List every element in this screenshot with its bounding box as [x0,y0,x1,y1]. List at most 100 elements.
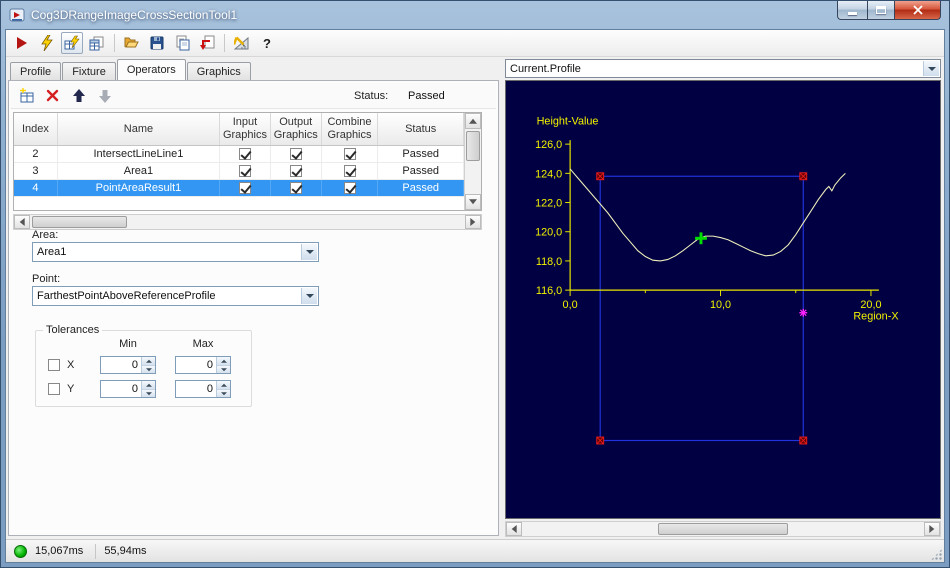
input-graphics-checkbox[interactable] [238,148,251,160]
scroll-right-button[interactable] [924,522,940,536]
point-combobox[interactable]: FarthestPointAboveReferenceProfile [32,286,319,306]
output-graphics-checkbox[interactable] [289,182,302,194]
resize-grip[interactable] [931,549,942,560]
add-operator-button[interactable] [17,86,37,106]
tolerance-x-max-spinner[interactable]: 0 [175,356,231,374]
tab-operators[interactable]: Operators [116,59,186,80]
profile-chart-area[interactable]: 116,0 118,0 120,0 122,0 124,0 126,0 0,0 10,0 20,… [505,80,941,519]
spin-up-icon[interactable] [142,381,155,389]
column-header-index[interactable]: Index [14,113,58,145]
help-button[interactable]: ? [256,32,278,54]
interactive-run-button[interactable] [36,32,58,54]
tab-graphics[interactable]: Graphics [186,62,251,80]
toolbar-separator [224,34,225,52]
svg-text:124,0: 124,0 [535,168,562,180]
grid-vertical-scrollbar[interactable] [464,113,481,210]
spin-up-icon[interactable] [217,357,230,365]
area-label: Area: [32,229,59,241]
spin-down-icon[interactable] [217,389,230,397]
tab-profile[interactable]: Profile [10,62,62,80]
chevron-down-icon[interactable] [923,61,939,76]
tolerance-row-x: X 0 0 [36,356,251,374]
maximize-button[interactable] [867,1,895,20]
tolerance-x-label: X [67,359,75,371]
run-status-led [14,544,27,558]
grid-row[interactable]: 2 IntersectLineLine1 Passed [14,146,465,163]
app-icon [9,7,25,23]
tolerance-y-checkbox[interactable] [48,383,60,395]
point-value: FarthestPointAboveReferenceProfile [37,290,216,302]
operators-page: Status: Passed Index Name Input Graphics… [8,80,499,536]
results-grid-button[interactable] [86,32,108,54]
electric-run-button[interactable] [61,32,83,54]
save-button[interactable] [146,32,168,54]
combine-graphics-checkbox[interactable] [343,182,356,194]
area-combobox[interactable]: Area1 [32,242,319,262]
tolerance-y-label: Y [67,383,75,395]
svg-text:118,0: 118,0 [536,256,562,268]
column-header-output[interactable]: Output Graphics [271,113,322,145]
toolbar-separator [114,34,115,52]
scroll-down-button[interactable] [465,194,481,210]
tab-fixture[interactable]: Fixture [62,62,116,80]
move-down-button[interactable] [95,86,115,106]
scrollbar-thumb[interactable] [466,131,480,161]
grid-body: 2 IntersectLineLine1 Passed 3 Area1 Pass… [14,146,465,210]
column-header-name[interactable]: Name [58,113,221,145]
paste-results-button[interactable] [171,32,193,54]
display-selector[interactable]: Current.Profile [505,59,941,78]
combine-graphics-checkbox[interactable] [343,165,356,177]
run-button[interactable] [11,32,33,54]
spin-down-icon[interactable] [217,365,230,373]
title-bar[interactable]: Cog3DRangeImageCrossSectionTool1 [1,1,949,29]
chart-horizontal-scrollbar[interactable] [505,521,941,537]
svg-text:126,0: 126,0 [535,139,562,151]
output-graphics-checkbox[interactable] [289,148,302,160]
chevron-down-icon[interactable] [301,288,317,304]
column-header-combine[interactable]: Combine Graphics [322,113,379,145]
svg-text:120,0: 120,0 [535,227,562,239]
spin-up-icon[interactable] [142,357,155,365]
grid-row[interactable]: 4 PointAreaResult1 Passed [14,180,465,197]
column-header-input[interactable]: Input Graphics [220,113,271,145]
spin-down-icon[interactable] [142,365,155,373]
input-graphics-checkbox[interactable] [238,182,251,194]
tolerances-groupbox: Tolerances Min Max X 0 0 Y 0 0 [35,324,252,407]
display-selector-value: Current.Profile [510,62,581,75]
scrollbar-thumb[interactable] [657,523,789,535]
help-icon: ? [263,35,271,51]
spin-up-icon[interactable] [217,381,230,389]
tolerance-y-max-spinner[interactable]: 0 [175,380,231,398]
tolerance-x-min-spinner[interactable]: 0 [100,356,156,374]
minimize-button[interactable] [837,1,867,20]
maximize-icon [876,6,886,14]
input-graphics-checkbox[interactable] [238,165,251,177]
minimize-icon [848,11,857,15]
combine-graphics-checkbox[interactable] [343,148,356,160]
tolerance-x-checkbox[interactable] [48,359,60,371]
open-button[interactable] [121,32,143,54]
area-value: Area1 [37,246,67,258]
status-value: Passed [408,90,445,102]
grid-row[interactable]: 3 Area1 Passed [14,163,465,180]
point-label: Point: [32,273,61,285]
svg-text:Region-X: Region-X [853,311,898,323]
scroll-left-button[interactable] [14,215,30,229]
tolerance-y-min-spinner[interactable]: 0 [100,380,156,398]
left-pane: Profile Fixture Operators Graphics Statu… [6,57,502,539]
max-header: Max [192,338,214,350]
scrollbar-thumb[interactable] [32,216,127,228]
grid-horizontal-scrollbar[interactable] [13,214,482,230]
close-button[interactable] [895,1,941,20]
import-button[interactable] [196,32,218,54]
scroll-right-button[interactable] [465,215,481,229]
scroll-left-button[interactable] [506,522,522,536]
output-graphics-checkbox[interactable] [289,165,302,177]
scroll-up-button[interactable] [465,113,481,129]
spin-down-icon[interactable] [142,389,155,397]
setup-button[interactable] [231,32,253,54]
delete-operator-button[interactable] [43,86,63,106]
chevron-down-icon[interactable] [301,244,317,260]
column-header-status[interactable]: Status [378,113,464,145]
move-up-button[interactable] [69,86,89,106]
